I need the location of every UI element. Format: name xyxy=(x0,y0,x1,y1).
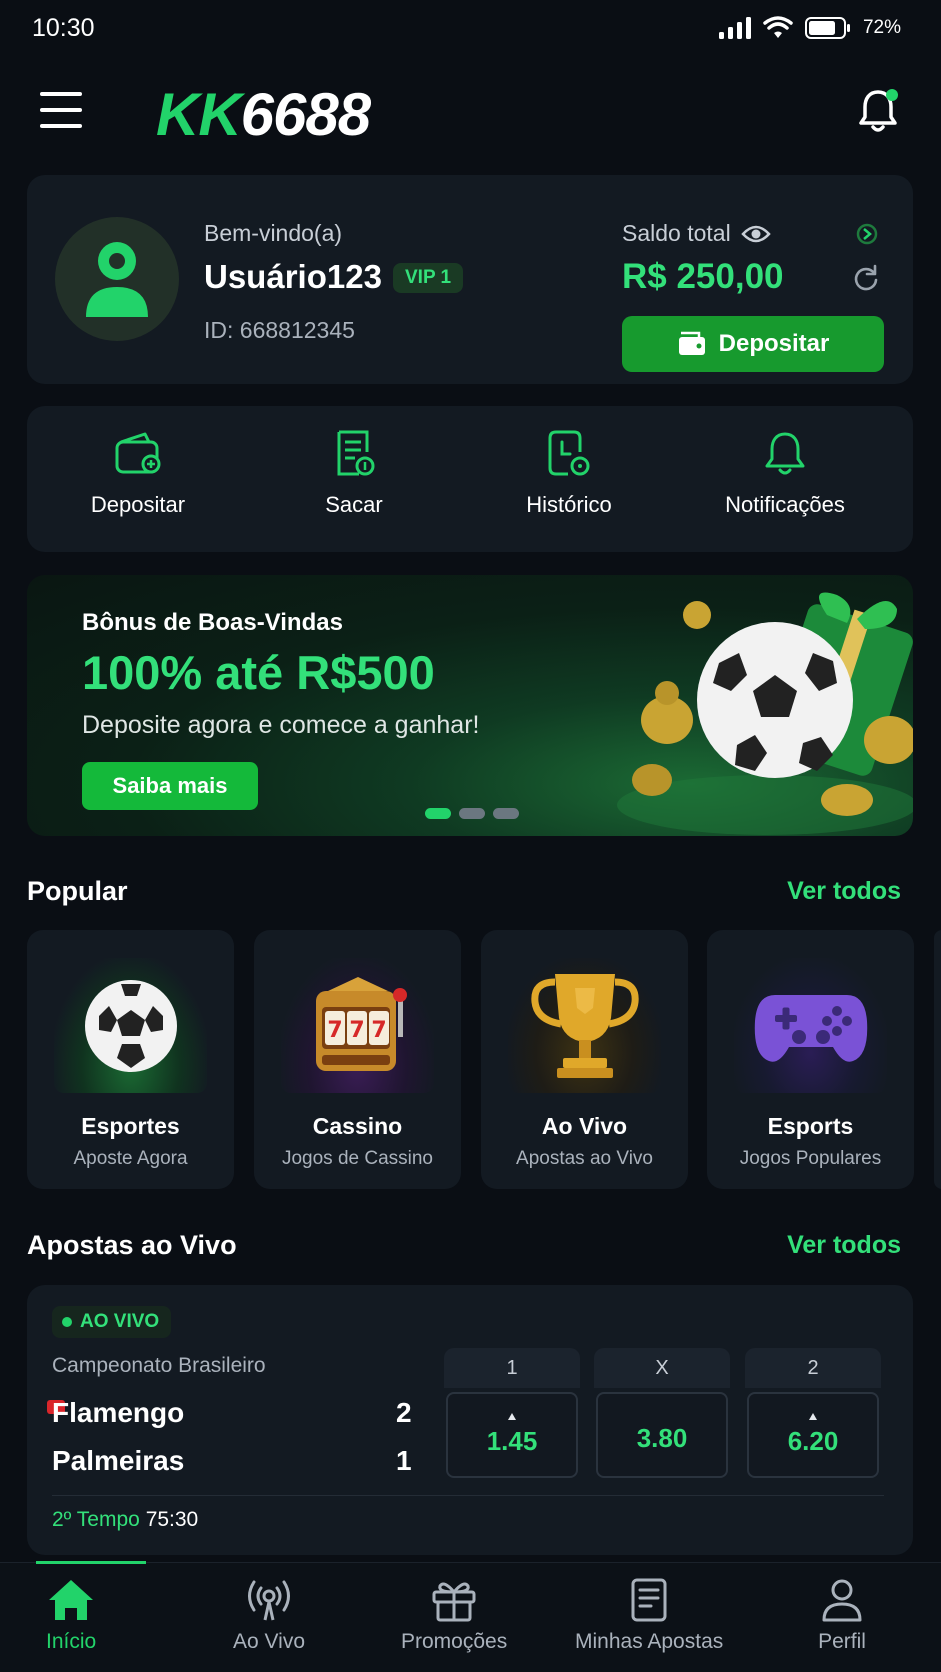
history-icon xyxy=(548,430,590,476)
welcome-text: Bem-vindo(a) xyxy=(204,220,343,246)
category-name: Ao Vivo xyxy=(541,1113,628,1139)
popular-section-title: Popular xyxy=(27,876,128,906)
home-icon xyxy=(49,1580,94,1620)
banner-title: 100% até R$500 xyxy=(82,646,435,699)
bell-icon xyxy=(765,432,805,475)
username: Usuário123 xyxy=(204,258,382,295)
odd-value: 1.45 xyxy=(486,1426,538,1456)
odd-up-arrow-icon xyxy=(508,1413,516,1420)
odd-button[interactable]: 6.20 xyxy=(747,1392,879,1478)
vip-badge: VIP 1 xyxy=(393,263,464,293)
soccer-ball-gift-illustration xyxy=(617,592,913,835)
soccer-ball-icon xyxy=(84,979,177,1072)
wifi-icon xyxy=(763,16,793,38)
live-section-title: Apostas ao Vivo xyxy=(27,1230,237,1260)
logo[interactable]: KK6688 xyxy=(156,80,371,149)
away-score: 1 xyxy=(396,1445,412,1476)
category-name: Esports xyxy=(767,1113,854,1139)
svg-text:7: 7 xyxy=(371,1018,386,1043)
slot-machine-icon: 7 7 7 xyxy=(315,976,407,1071)
carousel-dots xyxy=(425,808,519,819)
odd-value: 6.20 xyxy=(787,1426,839,1456)
carousel-dot-2[interactable] xyxy=(459,808,485,819)
eye-icon[interactable] xyxy=(740,224,771,244)
home-score: 2 xyxy=(396,1397,412,1428)
odd-away: 2 6.20 xyxy=(745,1348,881,1479)
user-icon xyxy=(822,1579,862,1622)
wallet-icon xyxy=(678,331,705,355)
svg-text:7: 7 xyxy=(327,1018,342,1043)
learn-more-button[interactable]: Saiba mais xyxy=(82,762,258,810)
odd-label: 1 xyxy=(444,1348,580,1388)
category-subtitle: Apostas ao Vivo xyxy=(516,1148,653,1169)
odd-button[interactable]: 1.45 xyxy=(446,1392,578,1478)
odd-label: X xyxy=(594,1348,730,1388)
quick-action-withdraw[interactable]: Sacar xyxy=(264,430,444,518)
hamburger-menu-icon[interactable] xyxy=(40,92,82,128)
quick-action-deposit[interactable]: Depositar xyxy=(48,430,228,518)
nav-live[interactable]: Ao Vivo xyxy=(233,1578,305,1654)
nav-home[interactable]: Início xyxy=(46,1578,96,1654)
wallet-icon xyxy=(115,432,161,474)
league-name: Campeonato Brasileiro xyxy=(52,1354,266,1377)
nav-my-bets[interactable]: Minhas Apostas xyxy=(575,1578,723,1654)
nav-promotions[interactable]: Promoções xyxy=(401,1578,507,1654)
battery-icon xyxy=(804,17,850,39)
odd-home: 1 1.45 xyxy=(444,1348,580,1479)
odd-value: 3.80 xyxy=(636,1422,688,1453)
balance-value: R$ 250,00 xyxy=(622,257,784,296)
match-time: 2º Tempo 75:30 xyxy=(52,1508,199,1531)
live-badge: AO VIVO xyxy=(52,1306,172,1338)
svg-text:7: 7 xyxy=(349,1018,364,1043)
category-card-live[interactable]: Ao Vivo Apostas ao Vivo xyxy=(481,930,688,1189)
odd-label: 2 xyxy=(745,1348,881,1388)
category-card-sports[interactable]: Esportes Aposte Agora xyxy=(27,930,234,1189)
live-broadcast-icon xyxy=(248,1580,290,1621)
category-subtitle: Jogos de Cassino xyxy=(281,1148,434,1169)
live-see-all-link[interactable]: Ver todos xyxy=(787,1231,901,1260)
home-team: Flamengo xyxy=(52,1397,185,1428)
carousel-dot-3[interactable] xyxy=(493,808,519,819)
odd-up-arrow-icon xyxy=(809,1413,817,1420)
category-name: Cassino xyxy=(312,1113,403,1139)
odd-draw: X 3.80 xyxy=(594,1348,730,1479)
user-id: ID: 668812345 xyxy=(204,317,355,343)
category-card-esports[interactable]: Esports Jogos Populares xyxy=(707,930,914,1189)
carousel-dot-1[interactable] xyxy=(425,808,451,819)
status-icons: 72% xyxy=(718,16,901,40)
category-card-casino[interactable]: 7 7 7 Cassino Jogos de Cassino xyxy=(254,930,461,1189)
trophy-icon xyxy=(530,973,639,1078)
deposit-button[interactable]: Depositar xyxy=(622,316,884,372)
withdraw-icon xyxy=(337,430,375,476)
category-name: Esportes xyxy=(81,1113,180,1139)
banner-subtitle: Bônus de Boas-Vindas xyxy=(82,609,343,636)
category-subtitle: Jogos Populares xyxy=(739,1148,882,1169)
refresh-icon[interactable] xyxy=(852,264,880,292)
status-time: 10:30 xyxy=(32,14,95,42)
category-subtitle: Aposte Agora xyxy=(73,1148,188,1169)
banner-text: Deposite agora e comece a ganhar! xyxy=(82,711,480,739)
nav-profile[interactable]: Perfil xyxy=(818,1578,866,1654)
user-avatar-icon xyxy=(86,242,148,317)
away-team: Palmeiras xyxy=(52,1445,185,1476)
odd-button[interactable]: 3.80 xyxy=(596,1392,728,1478)
quick-action-history[interactable]: Histórico xyxy=(479,430,659,518)
avatar[interactable] xyxy=(55,217,179,341)
live-dot-icon xyxy=(62,1317,72,1327)
battery-percentage: 72% xyxy=(862,17,901,38)
transfer-icon[interactable] xyxy=(855,222,879,246)
quick-action-notifications[interactable]: Notificações xyxy=(695,430,875,518)
gift-icon xyxy=(432,1582,476,1622)
divider xyxy=(52,1495,884,1496)
bet-slip-icon xyxy=(631,1578,667,1622)
nav-active-indicator xyxy=(36,1561,146,1564)
signal-icon xyxy=(718,17,751,39)
category-card-next-peek[interactable] xyxy=(934,930,941,1189)
popular-see-all-link[interactable]: Ver todos xyxy=(787,877,901,906)
gamepad-icon xyxy=(754,994,867,1062)
balance-label: Saldo total xyxy=(622,220,771,247)
notification-bell-icon[interactable] xyxy=(857,88,899,134)
